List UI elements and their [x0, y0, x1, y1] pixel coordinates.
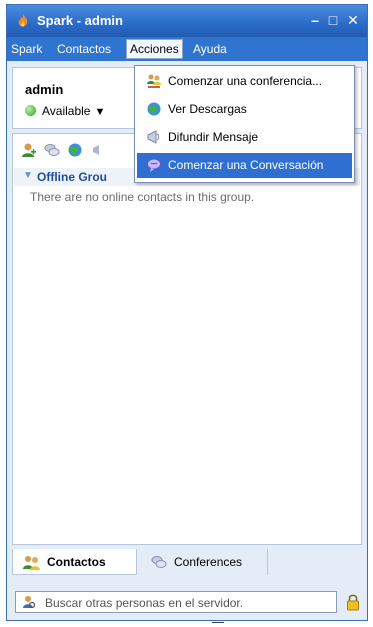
menu-item-label: Difundir Mensaje — [168, 130, 259, 144]
acciones-dropdown-menu: Comenzar una conferencia... Ver Descarga… — [134, 65, 355, 183]
conference-icon — [147, 74, 161, 88]
title-bar[interactable]: Spark - admin – □ ✕ — [7, 5, 367, 37]
window-title: Spark - admin — [37, 13, 123, 28]
globe-icon[interactable] — [67, 142, 83, 158]
menu-contactos[interactable]: Contactos — [55, 41, 113, 57]
tab-conferences[interactable]: Conferences — [144, 549, 268, 575]
spark-flame-icon — [18, 14, 28, 27]
conference-bubbles-icon — [151, 556, 167, 568]
maximize-button[interactable]: □ — [325, 12, 341, 28]
chat-bubbles-icon[interactable] — [44, 142, 60, 158]
status-selector[interactable]: Available ▼ — [25, 104, 105, 118]
menu-item-conferencia[interactable]: Comenzar una conferencia... — [137, 69, 352, 94]
menu-item-label: Comenzar una Conversación — [168, 158, 324, 172]
menu-item-difundir[interactable]: Difundir Mensaje — [137, 125, 352, 150]
spark-window: Spark - admin – □ ✕ Spark Contactos Acci… — [6, 4, 368, 621]
menu-item-label: Ver Descargas — [168, 102, 247, 116]
group-name: Offline Grou — [37, 170, 107, 184]
search-placeholder: Buscar otras personas en el servidor. — [45, 596, 244, 610]
menu-item-descargas[interactable]: Ver Descargas — [137, 97, 352, 122]
menu-ayuda[interactable]: Ayuda — [191, 41, 229, 57]
minimize-button[interactable]: – — [307, 12, 323, 28]
username: admin — [25, 82, 64, 97]
menu-item-conversacion[interactable]: Comenzar una Conversación — [137, 153, 352, 178]
available-status-icon — [25, 105, 36, 116]
status-label: Available — [42, 104, 91, 118]
broadcast-icon — [147, 130, 159, 144]
tab-contactos[interactable]: Contactos — [12, 549, 137, 575]
broadcast-icon[interactable] — [90, 142, 106, 158]
add-contact-icon[interactable] — [21, 142, 37, 158]
downloads-icon — [147, 102, 161, 116]
contacts-group-icon — [23, 556, 40, 570]
tab-conferences-label: Conferences — [174, 555, 243, 569]
chevron-down-icon[interactable]: ▼ — [94, 106, 105, 118]
divider — [212, 622, 224, 623]
close-button[interactable]: ✕ — [345, 12, 361, 28]
search-person-icon — [23, 596, 36, 609]
empty-group-message: There are no online contacts in this gro… — [30, 190, 255, 204]
chat-icon — [147, 158, 161, 172]
collapse-triangle-icon[interactable]: ▼ — [23, 170, 33, 181]
lock-icon[interactable] — [346, 593, 360, 611]
search-input[interactable]: Buscar otras personas en el servidor. — [15, 591, 337, 613]
contact-list-panel: ▼ Offline Grou There are no online conta… — [12, 133, 362, 545]
tab-contactos-label: Contactos — [47, 555, 106, 569]
menu-spark[interactable]: Spark — [9, 41, 44, 57]
bottom-tabs: Contactos Conferences — [12, 547, 362, 577]
menu-item-label: Comenzar una conferencia... — [168, 74, 323, 88]
menu-acciones[interactable]: Acciones — [126, 39, 183, 59]
menu-bar: Spark Contactos Acciones Ayuda — [7, 37, 367, 61]
